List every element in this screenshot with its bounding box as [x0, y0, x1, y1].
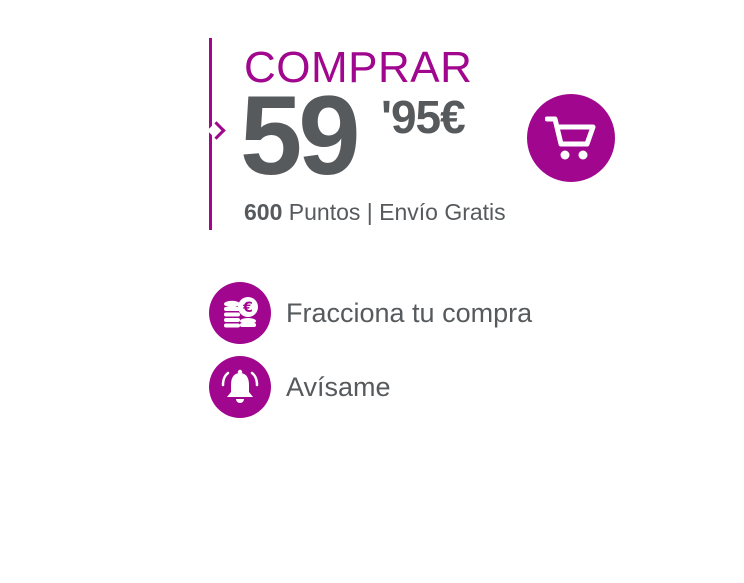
- notify-icon-circle: [209, 356, 271, 418]
- add-to-cart-button[interactable]: [527, 94, 615, 182]
- notify-me-label: Avísame: [286, 371, 391, 402]
- svg-text:€: €: [242, 300, 253, 316]
- shopping-cart-icon: [545, 116, 596, 160]
- coins-euro-icon: €: [224, 297, 258, 328]
- product-purchase-panel: COMPRAR 59 '95€ 600 Puntos | Envío Grati…: [0, 0, 744, 583]
- split-payment-label: Fracciona tu compra: [286, 297, 533, 328]
- price-decimal: '95€: [381, 91, 466, 143]
- price-meta: 600 Puntos | Envío Gratis: [244, 198, 506, 226]
- notify-me-action[interactable]: Avísame: [209, 356, 391, 418]
- buy-block: COMPRAR 59 '95€ 600 Puntos | Envío Grati…: [207, 38, 629, 230]
- points-shipping-text: Puntos | Envío Gratis: [282, 199, 506, 225]
- points-value: 600: [244, 199, 283, 225]
- bell-icon: [221, 369, 259, 403]
- price-integer: 59: [240, 73, 361, 198]
- split-payment-action[interactable]: € Fracciona tu compra: [209, 282, 532, 344]
- split-payment-icon-circle: €: [209, 282, 271, 344]
